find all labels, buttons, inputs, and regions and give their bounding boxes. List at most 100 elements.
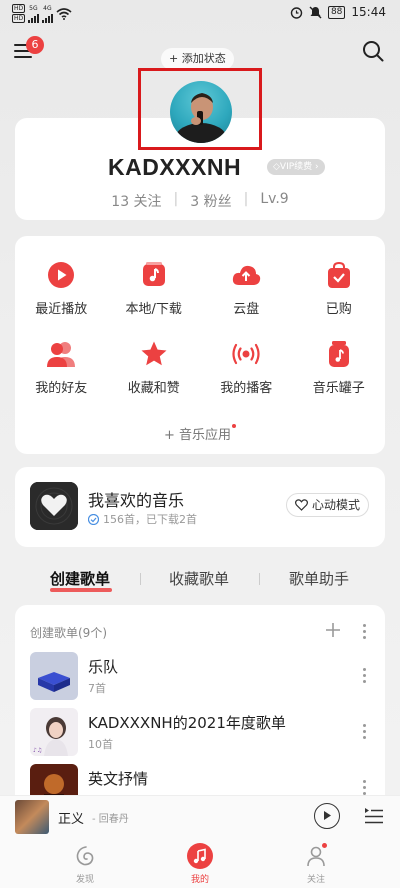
search-icon: [363, 41, 384, 62]
mini-player[interactable]: 正义 - 回春丹: [0, 795, 400, 839]
fans-count[interactable]: 3 粉丝: [190, 191, 231, 211]
svg-text:♪♫: ♪♫: [33, 747, 42, 754]
playlist-cover: ♪♫: [30, 708, 78, 756]
following-count[interactable]: 13 关注: [111, 191, 161, 211]
playlist-name: 英文抒情: [88, 770, 149, 788]
status-bar: HD HD 5G 4G 88 15:44: [0, 0, 400, 28]
discover-icon: [72, 843, 98, 869]
app-cloud-drive[interactable]: 云盘: [200, 260, 293, 317]
heart-mode-label: 心动模式: [311, 498, 360, 512]
new-dot: [232, 424, 237, 428]
hd-badge: HD: [12, 14, 26, 23]
app-purchased[interactable]: 已购: [293, 260, 386, 317]
app-label: 我的播客: [220, 381, 273, 396]
music-note-icon: [187, 843, 213, 869]
playlists-header: 创建歌单(9个): [30, 626, 107, 640]
divider: |: [173, 191, 179, 207]
create-playlist-button[interactable]: [325, 619, 341, 644]
app-label: 收藏和赞: [127, 381, 180, 396]
play-icon: [324, 811, 331, 820]
mute-icon: [309, 6, 322, 18]
tab-created-playlists[interactable]: 创建歌单: [50, 568, 110, 589]
liked-music-count: 156首，已下载2首: [103, 513, 197, 526]
playlist-name: 乐队: [88, 658, 119, 676]
playlist-tabs: 创建歌单 收藏歌单 歌单助手: [0, 568, 400, 598]
app-label: 云盘: [233, 302, 260, 317]
avatar-photo: [175, 93, 227, 143]
app-label: 本地/下载: [125, 302, 182, 317]
playlist-cover: [30, 652, 78, 700]
divider: [259, 573, 260, 585]
music-folder-icon: [139, 260, 169, 290]
heart-mode-button[interactable]: 心动模式: [285, 493, 369, 517]
cloud-upload-icon: [231, 260, 261, 290]
playlist-name: KADXXXNH的2021年度歌单: [88, 714, 286, 732]
app-label: 音乐罐子: [312, 381, 365, 396]
app-label: 最近播放: [35, 302, 88, 317]
avatar-highlight-box: [138, 68, 262, 150]
playlist-item[interactable]: 乐队 7首: [30, 652, 370, 700]
divider: [140, 573, 141, 585]
broadcast-icon: [231, 339, 261, 369]
tab-playlist-assistant[interactable]: 歌单助手: [289, 568, 349, 589]
notification-dot: [322, 843, 327, 848]
user-nickname[interactable]: KADXXXNH: [108, 154, 241, 181]
battery-icon: 88: [327, 5, 346, 19]
now-playing-title: 正义: [58, 812, 85, 827]
apps-grid: 最近播放 本地/下载 云盘 已购 我的好友 收藏和赞 我的播客 音乐罐子: [15, 260, 385, 396]
downloaded-check-icon: [88, 513, 99, 525]
liked-music-cover: [30, 482, 78, 530]
playlist-item[interactable]: ♪♫ KADXXXNH的2021年度歌单 10首: [30, 708, 370, 756]
add-status-button[interactable]: + 添加状态: [161, 48, 234, 70]
now-playing-cover: [15, 800, 49, 834]
music-apps-button[interactable]: + 音乐应用: [15, 424, 385, 443]
user-level[interactable]: Lv.9: [260, 191, 288, 211]
app-recent-play[interactable]: 最近播放: [15, 260, 108, 317]
plus-icon: [326, 623, 340, 637]
playlist-more-button[interactable]: [363, 724, 367, 739]
avatar[interactable]: [170, 81, 232, 143]
music-apps-label: + 音乐应用: [163, 428, 232, 443]
quick-apps-card: 最近播放 本地/下载 云盘 已购 我的好友 收藏和赞 我的播客 音乐罐子 + 音…: [15, 236, 385, 454]
nav-label: 关注: [306, 875, 325, 885]
play-button[interactable]: [314, 803, 340, 829]
app-label: 已购: [325, 302, 352, 317]
heart-outline-icon: [295, 499, 308, 511]
heart-icon: [30, 482, 78, 530]
signal-indicators: HD HD 5G 4G: [12, 4, 72, 23]
app-local-download[interactable]: 本地/下载: [108, 260, 201, 317]
clock: 15:44: [351, 5, 386, 19]
app-my-podcast[interactable]: 我的播客: [200, 339, 293, 396]
bottom-navigation: 发现 我的 关注: [0, 839, 400, 888]
divider: |: [243, 191, 249, 207]
menu-notification-badge: 6: [26, 36, 44, 54]
alarm-icon: [290, 6, 303, 19]
shopping-bag-icon: [324, 260, 354, 290]
nav-label: 我的: [190, 875, 209, 885]
app-friends[interactable]: 我的好友: [15, 339, 108, 396]
friends-icon: [46, 339, 76, 369]
signal-icon: [42, 13, 54, 23]
app-music-jar[interactable]: 音乐罐子: [293, 339, 386, 396]
liked-music-card[interactable]: 我喜欢的音乐 156首，已下载2首 心动模式: [15, 467, 385, 547]
wifi-icon: [56, 7, 72, 20]
app-label: 我的好友: [35, 381, 88, 396]
playlist-queue-button[interactable]: [364, 806, 384, 830]
network-type: 5G: [29, 4, 38, 12]
playlist-more-button[interactable]: [363, 780, 367, 795]
liked-music-title: 我喜欢的音乐: [88, 491, 185, 510]
nav-discover[interactable]: 发现: [55, 843, 115, 885]
tab-saved-playlists[interactable]: 收藏歌单: [169, 568, 229, 589]
queue-list-icon: [365, 808, 383, 824]
nav-mine[interactable]: 我的: [170, 843, 230, 885]
signal-icon: [28, 13, 40, 23]
hd-badge: HD: [12, 4, 26, 13]
playlist-more-button[interactable]: [363, 668, 367, 683]
search-button[interactable]: [362, 40, 384, 66]
vip-renew-badge[interactable]: ◇VIP续费 ›: [267, 159, 325, 175]
nav-follow[interactable]: 关注: [286, 843, 346, 885]
app-favorites-likes[interactable]: 收藏和赞: [108, 339, 201, 396]
profile-stats: 13 关注 | 3 粉丝 | Lv.9: [15, 191, 385, 211]
playlists-more-button[interactable]: [363, 624, 367, 639]
liked-music-subtitle: 156首，已下载2首: [88, 511, 197, 527]
